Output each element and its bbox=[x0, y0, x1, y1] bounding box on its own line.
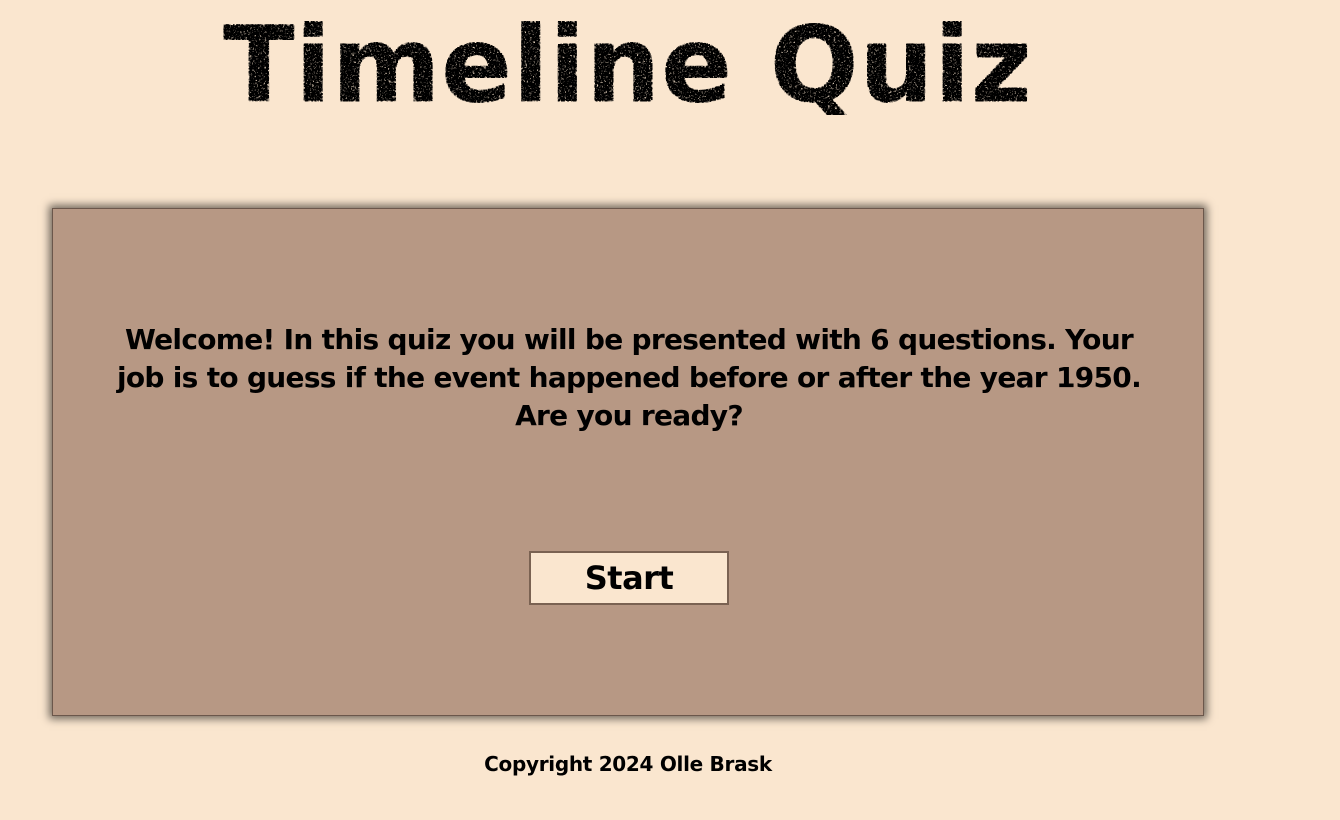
page-title-text: Timeline Quiz bbox=[223, 5, 1032, 115]
welcome-text: Welcome! In this quiz you will be presen… bbox=[116, 323, 1142, 432]
page-title: Timeline Quiz bbox=[0, 0, 1256, 120]
footer-copyright: Copyright 2024 Olle Brask bbox=[484, 752, 772, 776]
quiz-card: Welcome! In this quiz you will be presen… bbox=[52, 208, 1204, 716]
title-logo: Timeline Quiz bbox=[223, 5, 1032, 115]
start-button[interactable]: Start bbox=[529, 551, 729, 605]
